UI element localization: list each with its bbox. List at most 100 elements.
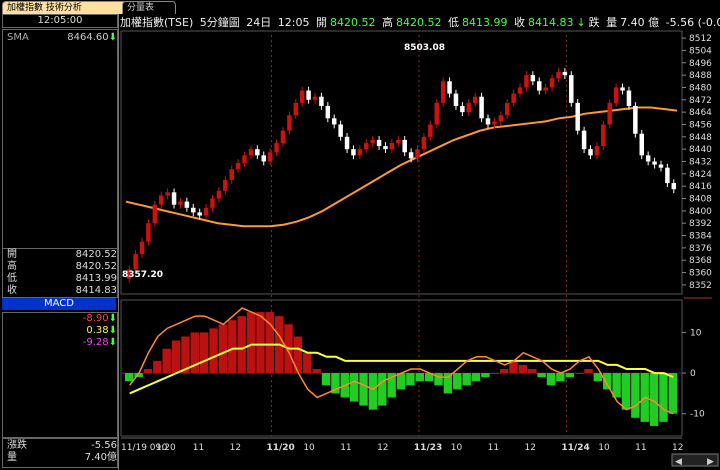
candle-body [235,163,241,170]
candle-body [569,75,574,103]
down-arrow-icon: ⬇ [108,313,117,324]
high-annotation: 8503.08 [404,43,445,53]
candle-body [645,155,651,162]
candle-body [472,96,478,103]
candle-body [658,164,664,168]
osc-bar [603,373,612,390]
high-label: 高 [7,261,17,272]
osc-bar [256,312,265,374]
price-tick-label: 8504 [689,46,712,56]
candle-body [504,102,510,116]
osc-bar [537,373,546,378]
time-tick-label: 11/20 [266,443,294,453]
candle-body [357,149,363,156]
macd-tick-label: 10 [690,328,702,338]
candle-body [203,207,209,216]
candle-body [331,118,337,125]
osc-bar [546,373,556,386]
sma-value: 8464.60⬇ [67,32,117,43]
tab-technical-analysis[interactable]: 加權指數 技術分析 [2,1,127,14]
tab-volume-table[interactable]: 分量表 [122,1,176,14]
vol-value: 7.40 億 [620,16,660,29]
macd-values-box: -8.90⬇ 0.38⬇ -9.28⬇ [2,312,118,438]
osc-bar [218,324,228,374]
volume-value: 7.40億 [84,452,117,463]
chart-area[interactable]: 8512 8504 8496 8488 8480 8472 8464 8456 8448 8440… [119,30,720,470]
price-tick-label: 8424 [689,170,712,180]
sma-box: SMA 8464.60⬇ [2,29,118,249]
osc-bar [303,352,312,374]
price-tick-label: 8384 [689,232,712,242]
osc-bar [378,373,387,406]
candle-body [242,155,247,164]
osc-bar [443,373,453,394]
candle-body [639,133,645,156]
close-label: 收 [513,16,525,29]
time-tick-label: 11/24 [561,443,589,453]
osc-bar [556,373,565,382]
fall-label: 跌 [588,16,600,29]
candle-body [139,241,145,255]
price-tick-label: 8416 [689,182,712,192]
osc-bar [209,328,218,374]
open-label: 開 [315,16,327,29]
time-tick-label: 11 [340,443,351,453]
candle-body [613,87,619,103]
candle-body [440,81,446,103]
candle-body [383,146,388,150]
osc-bar [584,369,593,374]
day-label: 24日 [246,16,272,29]
time-tick-label: 10 [303,443,315,453]
osc-bar [321,373,331,386]
price-tick-label: 8496 [689,59,712,69]
price-tick-label: 8480 [689,83,712,93]
candle-body [530,75,536,82]
candle-body [492,121,497,125]
price-tick-label: 8376 [689,244,712,254]
scroll-controls[interactable]: ◀ ▶ [671,453,719,467]
osc-bar [396,373,406,390]
summary-box: 漲跌 -5.56 量 7.40億 [2,438,118,468]
time-tick-label: 11 [635,443,646,453]
down-arrow-icon: ⬇ [108,32,117,43]
candle-body [524,75,529,88]
candle-body [197,212,202,216]
price-tick-label: 8440 [689,145,712,155]
osc-bar [349,373,359,402]
close-value: 8414.83 [75,285,117,296]
osc-bar [228,320,237,374]
candle-body [133,254,138,270]
open-value: 8420.52 [75,249,117,260]
candle-body [396,139,401,143]
change-value: -5.56 (-0.07%) [665,16,720,29]
price-tick-label: 8432 [689,158,712,168]
candle-body [447,81,452,94]
candle-body [434,102,439,125]
quote-info-bar: 加權指數(TSE) 5分鐘圖 24日 12:05 開 8420.52 高 8420.… [120,16,720,30]
high-value: 8420.52 [75,261,117,272]
macd-header[interactable]: MACD [2,298,116,310]
candle-body [319,96,324,106]
time-label: 12:05 [277,16,310,29]
sma-line-layer [125,106,678,228]
osc-bar [368,373,378,410]
change-value: -5.56 [91,440,117,451]
down-arrow-icon: ⬇ [108,325,117,336]
candle-body [517,87,523,94]
candle-body [325,105,331,119]
time-tick-label: 12 [377,443,388,453]
candle-body [607,102,612,125]
sma-line [125,106,678,228]
osc-bar [246,312,256,374]
candle-body [344,136,350,150]
low-value: 8413.99 [461,16,508,29]
candle-body [210,198,215,208]
down-arrow-icon: ↓ [576,16,586,29]
candle-body [178,201,183,205]
candle-body [261,155,266,162]
candle-body [479,96,484,119]
candle-body [428,124,433,137]
price-tick-label: 8512 [689,34,712,44]
osc-bar [518,364,528,374]
osc-value: -8.90⬇ [82,313,117,324]
